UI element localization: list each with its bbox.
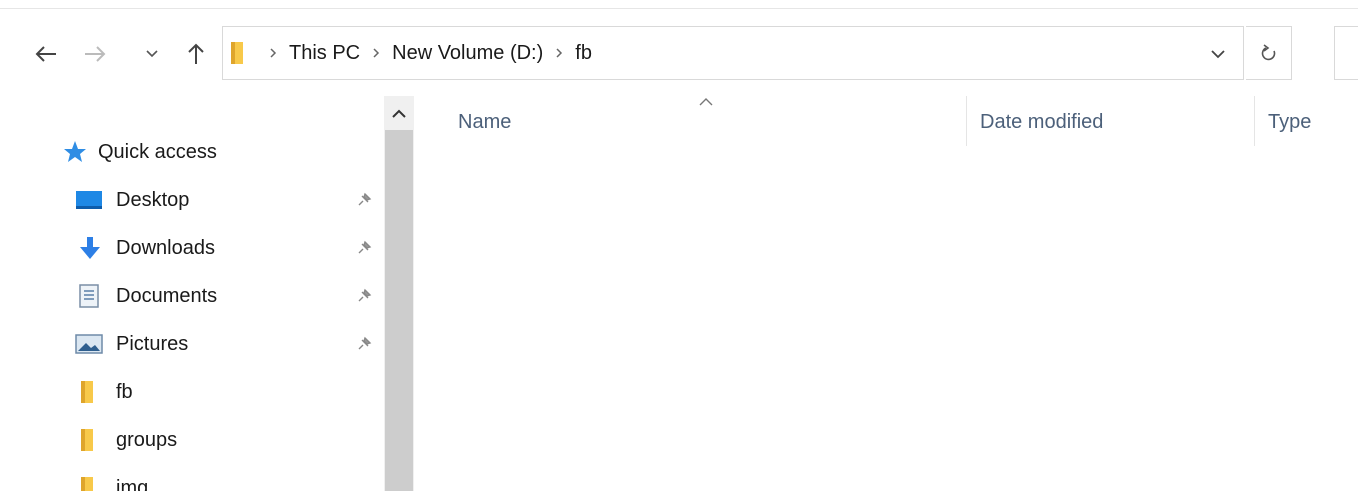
chevron-right-icon[interactable] — [269, 47, 277, 59]
download-icon — [76, 233, 104, 263]
forward-button[interactable] — [80, 34, 110, 74]
address-bar[interactable]: This PC New Volume (D:) fb — [222, 26, 1244, 80]
sidebar-item-pictures[interactable]: Pictures — [0, 322, 384, 366]
arrow-left-icon — [35, 46, 56, 62]
column-header-date-modified[interactable]: Date modified — [980, 96, 1252, 148]
sidebar-item-fb[interactable]: fb — [0, 370, 384, 414]
navigation-scrollbar[interactable] — [384, 96, 414, 491]
navigation-pane: Quick access Desktop Downloads Documents… — [0, 96, 384, 491]
file-list: Name Date modified Type — [414, 96, 1358, 491]
file-explorer-window: This PC New Volume (D:) fb Quick access … — [0, 0, 1358, 491]
arrow-right-icon — [85, 46, 106, 62]
address-dropdown-button[interactable] — [1207, 43, 1229, 65]
sidebar-item-desktop[interactable]: Desktop — [0, 178, 384, 222]
sidebar-item-label: Pictures — [116, 332, 189, 355]
chevron-down-icon — [1211, 49, 1225, 58]
scrollbar-thumb[interactable] — [385, 130, 413, 491]
refresh-button[interactable] — [1246, 26, 1292, 80]
chevron-up-icon — [392, 109, 406, 118]
folder-icon — [229, 40, 257, 66]
column-header-type[interactable]: Type — [1268, 96, 1358, 148]
pin-icon[interactable] — [354, 238, 374, 258]
folder-icon — [76, 425, 100, 455]
back-button[interactable] — [26, 34, 66, 74]
column-header-name[interactable]: Name — [458, 96, 966, 148]
column-divider[interactable] — [1254, 96, 1255, 146]
sidebar-item-img[interactable]: img — [0, 466, 384, 491]
breadcrumb-this-pc[interactable]: This PC — [289, 42, 360, 65]
sidebar-item-label: img — [116, 476, 149, 491]
sidebar-item-label: Quick access — [98, 140, 217, 163]
chevron-down-icon — [146, 50, 158, 58]
column-divider[interactable] — [966, 96, 967, 146]
breadcrumb-fb[interactable]: fb — [575, 42, 592, 65]
sidebar-item-label: Documents — [116, 284, 218, 307]
pin-icon[interactable] — [354, 190, 374, 210]
arrow-up-icon — [188, 43, 204, 64]
up-button[interactable] — [178, 34, 214, 74]
sidebar-item-groups[interactable]: groups — [0, 418, 384, 462]
scroll-up-button[interactable] — [384, 96, 414, 130]
sidebar-item-label: fb — [116, 380, 133, 403]
folder-icon — [76, 377, 100, 407]
sidebar-item-label: Downloads — [116, 236, 215, 259]
folder-icon — [76, 473, 100, 491]
recent-locations-button[interactable] — [140, 34, 164, 74]
sidebar-item-quick-access[interactable]: Quick access — [0, 130, 384, 174]
pin-icon[interactable] — [354, 334, 374, 354]
pin-icon[interactable] — [354, 286, 374, 306]
sidebar-item-label: Desktop — [116, 188, 190, 211]
refresh-icon — [1261, 44, 1275, 61]
chevron-right-icon[interactable] — [555, 47, 563, 59]
desktop-icon — [74, 185, 104, 215]
document-icon — [76, 281, 102, 311]
ribbon-divider — [0, 8, 1358, 9]
sidebar-item-downloads[interactable]: Downloads — [0, 226, 384, 270]
star-icon — [60, 137, 90, 167]
pictures-icon — [74, 329, 104, 359]
breadcrumb-new-volume[interactable]: New Volume (D:) — [392, 42, 543, 65]
sidebar-item-documents[interactable]: Documents — [0, 274, 384, 318]
sidebar-item-label: groups — [116, 428, 178, 451]
search-input[interactable] — [1334, 26, 1358, 80]
chevron-right-icon[interactable] — [372, 47, 380, 59]
